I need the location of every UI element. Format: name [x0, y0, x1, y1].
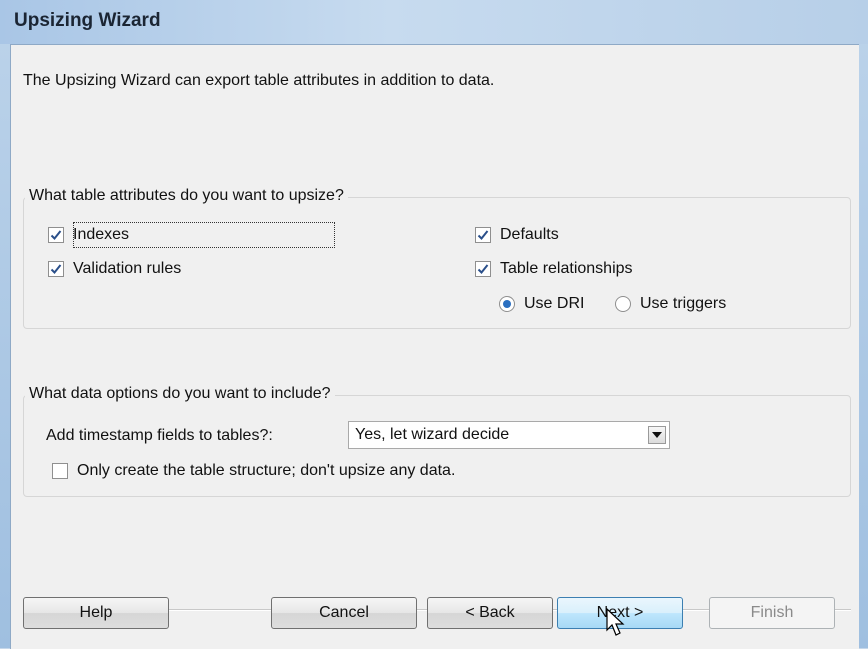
defaults-check-box[interactable]	[475, 227, 491, 243]
timestamp-selected-value: Yes, let wizard decide	[355, 426, 510, 443]
checkmark-icon	[477, 230, 489, 240]
radio-selected-dot	[503, 300, 511, 308]
intro-text: The Upsizing Wizard can export table att…	[23, 72, 495, 89]
checkmark-icon	[50, 264, 62, 274]
cancel-button[interactable]: Cancel	[271, 597, 417, 629]
structure-only-check-box[interactable]	[52, 463, 68, 479]
finish-button[interactable]: Finish	[709, 597, 835, 629]
structure-only-checkbox[interactable]: Only create the table structure; don't u…	[52, 462, 455, 480]
dropdown-arrow-button[interactable]	[648, 426, 666, 444]
chevron-down-icon	[652, 432, 662, 438]
help-button[interactable]: Help	[23, 597, 169, 629]
use-triggers-radio-circle[interactable]	[615, 296, 631, 312]
data-options-group-title: What data options do you want to include…	[25, 385, 335, 403]
relationships-check-box[interactable]	[475, 261, 491, 277]
use-dri-label: Use DRI	[524, 295, 585, 312]
defaults-label: Defaults	[500, 226, 559, 243]
validation-rules-checkbox[interactable]: Validation rules	[48, 260, 181, 278]
title-bar[interactable]: Upsizing Wizard	[0, 0, 868, 44]
focus-rectangle	[73, 222, 335, 248]
wizard-window: Upsizing Wizard The Upsizing Wizard can …	[0, 0, 868, 649]
table-relationships-checkbox[interactable]: Table relationships	[475, 260, 633, 278]
use-triggers-label: Use triggers	[640, 295, 727, 312]
timestamp-label: Add timestamp fields to tables?:	[46, 427, 273, 444]
mouse-pointer-icon	[606, 608, 625, 636]
attributes-group-title: What table attributes do you want to ups…	[25, 187, 348, 205]
validation-check-box[interactable]	[48, 261, 64, 277]
checkmark-icon	[477, 264, 489, 274]
dialog-body: The Upsizing Wizard can export table att…	[10, 44, 859, 649]
structure-only-label: Only create the table structure; don't u…	[77, 462, 456, 479]
use-triggers-radio[interactable]: Use triggers	[615, 295, 726, 313]
validation-rules-label: Validation rules	[73, 260, 182, 277]
checkmark-icon	[50, 230, 62, 240]
defaults-checkbox[interactable]: Defaults	[475, 226, 559, 244]
use-dri-radio-circle[interactable]	[499, 296, 515, 312]
indexes-check-box[interactable]	[48, 227, 64, 243]
timestamp-dropdown[interactable]: Yes, let wizard decide	[348, 421, 670, 449]
use-dri-radio[interactable]: Use DRI	[499, 295, 584, 313]
table-relationships-label: Table relationships	[500, 260, 633, 277]
back-button[interactable]: < Back	[427, 597, 553, 629]
window-title: Upsizing Wizard	[14, 10, 161, 31]
